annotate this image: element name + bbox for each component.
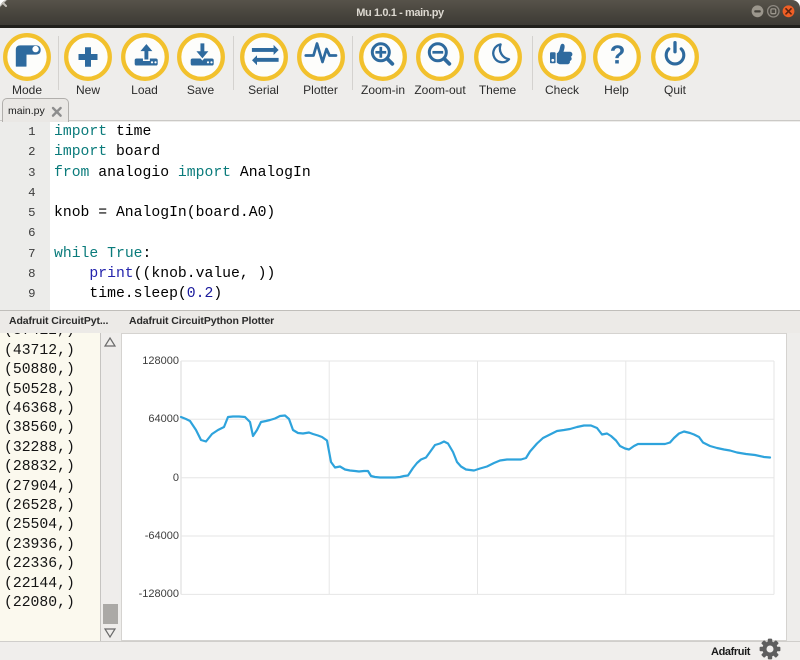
- svg-text:?: ?: [609, 42, 625, 70]
